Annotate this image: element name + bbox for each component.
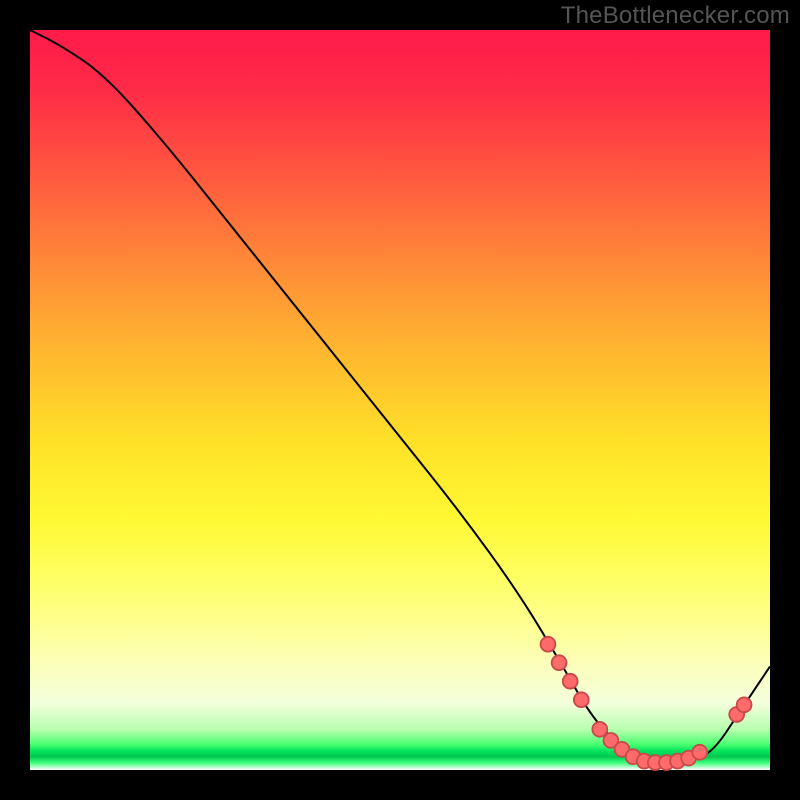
chart-frame: TheBottlenecker.com bbox=[0, 0, 800, 800]
curve-marker bbox=[574, 692, 589, 707]
curve-marker bbox=[737, 697, 752, 712]
chart-svg bbox=[30, 30, 770, 770]
curve-marker bbox=[592, 722, 607, 737]
attribution-label: TheBottlenecker.com bbox=[561, 2, 790, 30]
curve-marker bbox=[552, 655, 567, 670]
curve-marker bbox=[563, 674, 578, 689]
plot-area bbox=[30, 30, 770, 770]
curve-marker bbox=[541, 637, 556, 652]
curve-marker bbox=[692, 745, 707, 760]
curve-markers bbox=[541, 637, 752, 770]
bottleneck-curve bbox=[30, 30, 770, 763]
